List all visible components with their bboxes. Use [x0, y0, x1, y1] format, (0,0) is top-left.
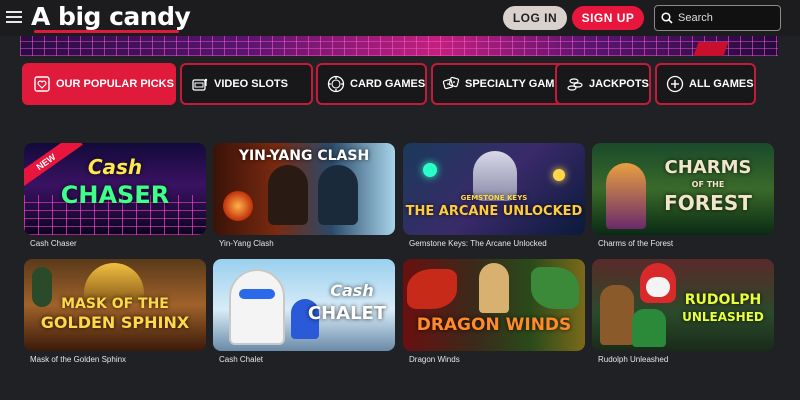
- game-card-rudolph-unleashed[interactable]: RUDOLPH UNLEASHED Rudolph Unleashed: [592, 259, 774, 369]
- game-card-mask-of-the-golden-sphinx[interactable]: MASK OF THE GOLDEN SPHINX Mask of the Go…: [24, 259, 206, 369]
- game-card-cash-chaser[interactable]: Cash CHASER NEW Cash Chaser: [24, 143, 206, 253]
- game-art-title: DRAGON WINDS: [416, 315, 572, 335]
- game-thumbnail: Cash CHASER NEW: [24, 143, 206, 235]
- tab-label: JACKPOTS: [589, 78, 649, 90]
- game-card-charms-of-the-forest[interactable]: CHARMS OF THE FOREST Charms of the Fores…: [592, 143, 774, 253]
- game-art-title: RUDOLPH: [684, 292, 762, 308]
- search-input[interactable]: [678, 12, 778, 24]
- game-thumbnail: CHARMS OF THE FOREST: [592, 143, 774, 235]
- banner-grid-pattern: [20, 36, 778, 56]
- game-art-subtitle: OF THE: [691, 180, 725, 189]
- tab-all-games[interactable]: ALL GAMES: [655, 63, 756, 105]
- game-art-subtitle: FOREST: [664, 191, 752, 215]
- login-button[interactable]: LOG IN: [503, 6, 567, 30]
- game-card-dragon-winds[interactable]: DRAGON WINDS Dragon Winds: [403, 259, 585, 369]
- game-art-title: THE ARCANE UNLOCKED: [405, 204, 583, 219]
- game-thumbnail: GEMSTONE KEYS THE ARCANE UNLOCKED: [403, 143, 585, 235]
- slot-machine-icon: [191, 75, 209, 93]
- game-card-gemstone-keys[interactable]: GEMSTONE KEYS THE ARCANE UNLOCKED Gemsto…: [403, 143, 585, 253]
- coins-icon: [566, 75, 584, 93]
- hamburger-menu-icon[interactable]: [6, 8, 22, 26]
- tab-video-slots[interactable]: VIDEO SLOTS: [180, 63, 313, 105]
- game-name: Gemstone Keys: The Arcane Unlocked: [409, 239, 547, 248]
- signup-button[interactable]: SIGN UP: [572, 6, 644, 30]
- tab-card-games[interactable]: CARD GAMES: [316, 63, 427, 105]
- top-header: A big candy LOG IN SIGN UP: [0, 0, 800, 36]
- game-art-title: Cash: [330, 281, 374, 300]
- tab-label: OUR POPULAR PICKS: [56, 78, 174, 90]
- game-art-title: YIN-YANG CLASH: [238, 148, 370, 164]
- logo-underline: [34, 30, 179, 33]
- poker-chip-icon: [327, 75, 345, 93]
- game-art-subtitle: CHASER: [60, 181, 170, 209]
- game-art-subtitle: CHALET: [307, 303, 387, 324]
- dice-icon: [442, 75, 460, 93]
- game-thumbnail: RUDOLPH UNLEASHED: [592, 259, 774, 351]
- game-name: Dragon Winds: [409, 355, 460, 364]
- tab-jackpots[interactable]: JACKPOTS: [555, 63, 651, 105]
- game-name: Mask of the Golden Sphinx: [30, 355, 127, 364]
- game-thumbnail: MASK OF THE GOLDEN SPHINX: [24, 259, 206, 351]
- game-art-title: MASK OF THE: [61, 296, 169, 312]
- tab-specialty-games[interactable]: SPECIALTY GAMES: [431, 63, 571, 105]
- tab-label: ALL GAMES: [689, 78, 754, 90]
- tab-label: VIDEO SLOTS: [214, 78, 288, 90]
- game-name: Yin-Yang Clash: [219, 239, 274, 248]
- banner-decoration: [693, 42, 729, 56]
- tab-label: CARD GAMES: [350, 78, 426, 90]
- search-icon: [661, 12, 673, 24]
- game-name: Cash Chalet: [219, 355, 264, 364]
- search-box[interactable]: [654, 5, 781, 31]
- tab-label: SPECIALTY GAMES: [465, 78, 570, 90]
- heart-icon: [33, 75, 51, 93]
- site-logo[interactable]: A big candy: [31, 2, 191, 31]
- game-name: Rudolph Unleashed: [598, 355, 669, 364]
- game-art-subtitle: GEMSTONE KEYS: [460, 194, 528, 202]
- game-name: Charms of the Forest: [598, 239, 674, 248]
- game-card-cash-chalet[interactable]: Cash CHALET Cash Chalet: [213, 259, 395, 369]
- game-name: Cash Chaser: [30, 239, 77, 248]
- game-thumbnail: YIN-YANG CLASH: [213, 143, 395, 235]
- promo-banner[interactable]: [20, 36, 778, 56]
- game-card-yin-yang-clash[interactable]: YIN-YANG CLASH Yin-Yang Clash: [213, 143, 395, 253]
- plus-circle-icon: [666, 75, 684, 93]
- tab-our-popular-picks[interactable]: OUR POPULAR PICKS: [22, 63, 176, 105]
- game-art-subtitle: GOLDEN SPHINX: [40, 313, 190, 332]
- game-thumbnail: DRAGON WINDS: [403, 259, 585, 351]
- game-thumbnail: Cash CHALET: [213, 259, 395, 351]
- game-art-subtitle: UNLEASHED: [682, 310, 764, 324]
- game-art-title: CHARMS: [664, 157, 752, 178]
